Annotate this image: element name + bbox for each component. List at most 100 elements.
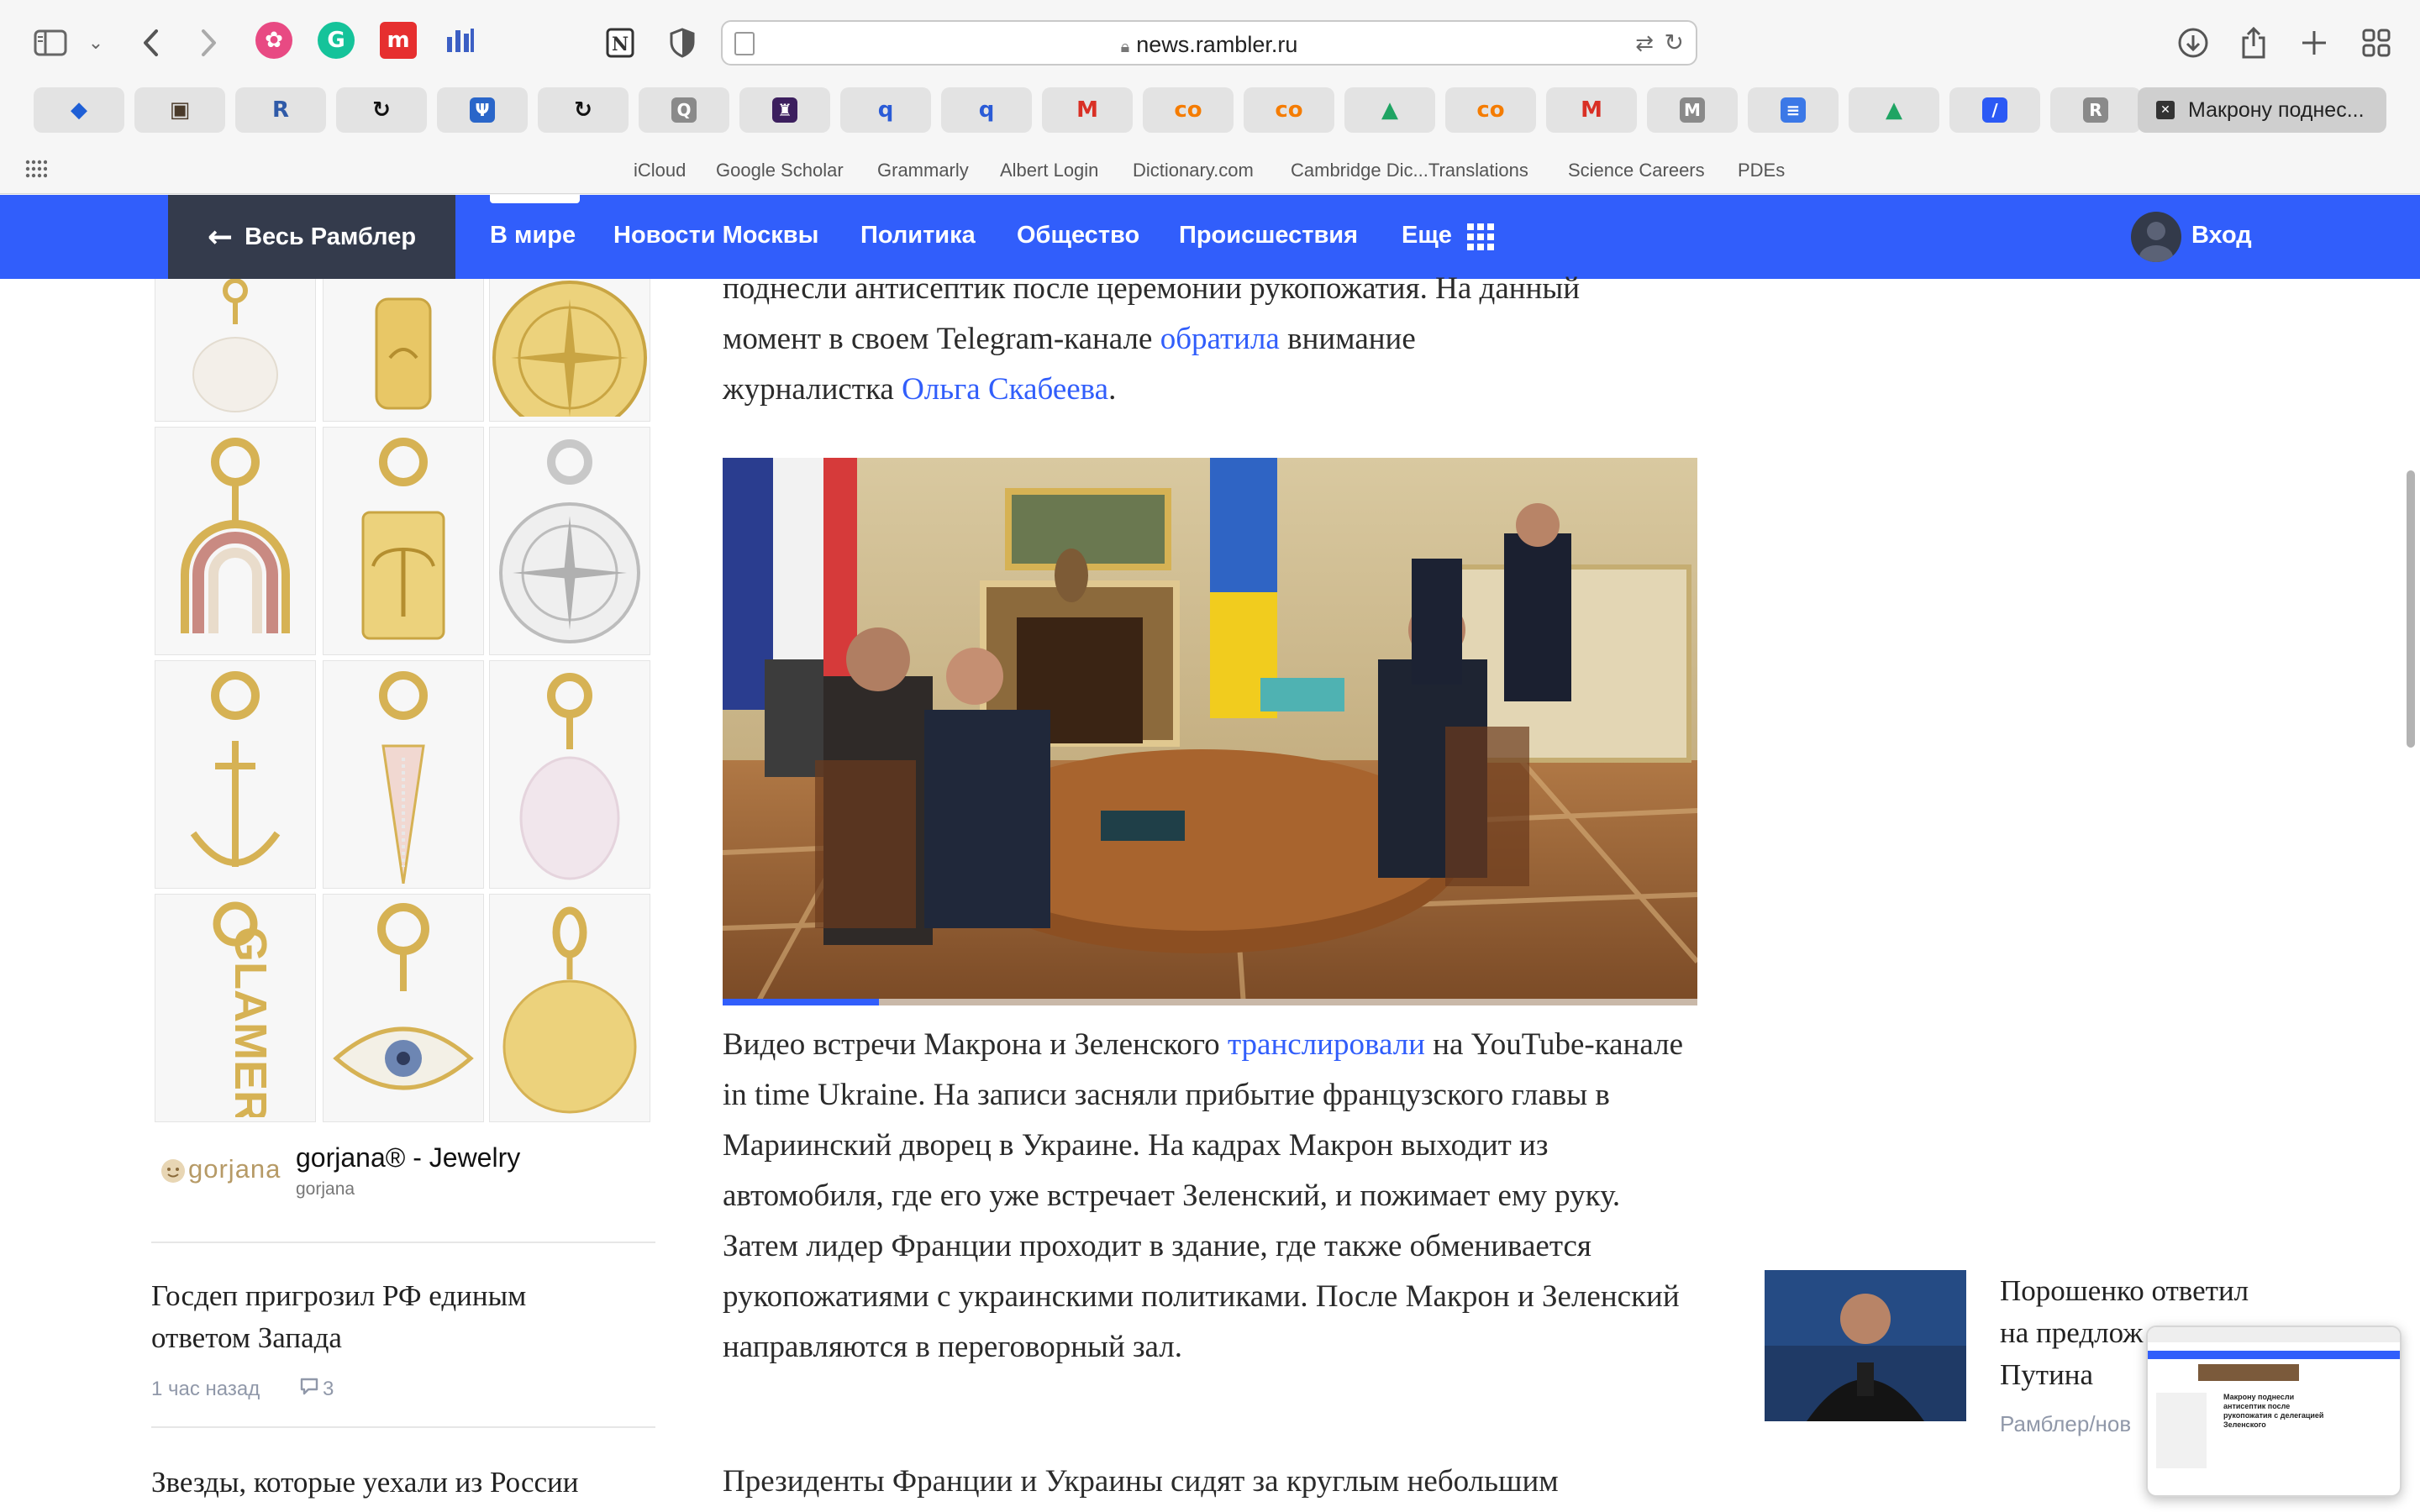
browser-tab[interactable]: ♜	[739, 87, 830, 133]
browser-tab[interactable]: R	[2050, 87, 2141, 133]
browser-tab[interactable]: M	[1647, 87, 1738, 133]
article-paragraph: поднесли антисептик после церемонии руко…	[723, 264, 1697, 415]
browser-tab[interactable]: /	[1949, 87, 2040, 133]
mendeley-icon[interactable]: m	[380, 22, 417, 59]
notion-icon[interactable]: N	[598, 22, 642, 64]
favorite-link[interactable]: Cambridge Dic...Translations	[1291, 160, 1528, 181]
comment-count[interactable]: 3	[323, 1378, 334, 1401]
video-player[interactable]	[723, 458, 1697, 1005]
article-paragraph: Президенты Франции и Украины сидят за кр…	[723, 1457, 1697, 1507]
browser-tab[interactable]: M	[1546, 87, 1637, 133]
page-scrollbar[interactable]	[2407, 470, 2415, 748]
sidebar-news-title[interactable]: Госдеп пригрозил РФ единым ответом Запад…	[151, 1275, 622, 1359]
browser-tab[interactable]: ≡	[1748, 87, 1839, 133]
browser-tab[interactable]: ◆	[34, 87, 124, 133]
back-arrow-icon[interactable]	[129, 22, 173, 64]
menu-grid-icon[interactable]	[1467, 223, 1494, 255]
nav-item-moscow-news[interactable]: Новости Москвы	[613, 222, 818, 249]
ad-product-pearl-charm[interactable]	[155, 279, 316, 422]
browser-tab-active[interactable]: ✕ Макрону поднес...	[2138, 87, 2386, 133]
nav-item-politics[interactable]: Политика	[860, 222, 976, 249]
article-link-translirovali[interactable]: транслировали	[1228, 1027, 1425, 1062]
browser-tab[interactable]: co	[1244, 87, 1334, 133]
browser-tab[interactable]: M	[1042, 87, 1133, 133]
ad-product-glamer-charm[interactable]: GLAMER	[155, 894, 316, 1122]
gmail-icon: M	[1581, 97, 1602, 123]
news-card-source: Рамблер/нов	[2000, 1411, 2132, 1436]
favorite-link[interactable]: Science Careers	[1568, 160, 1705, 181]
favorite-link[interactable]: Google Scholar	[716, 160, 844, 181]
screenshot-thumbnail-preview[interactable]: Макрону поднесли антисептик после рукопо…	[2146, 1326, 2402, 1497]
favorite-link[interactable]: iCloud	[634, 160, 686, 181]
photo-icon: ▣	[169, 97, 191, 123]
browser-tab[interactable]: co	[1143, 87, 1234, 133]
reload-icon[interactable]: ↻	[1665, 29, 1684, 56]
share-icon[interactable]	[2232, 22, 2275, 64]
sidebar-news-title[interactable]: Звезды, которые уехали из России	[151, 1462, 655, 1504]
gorjana-wordmark: gorjana	[188, 1154, 281, 1184]
news-card-photo[interactable]	[1765, 1270, 1966, 1421]
chart-extension-icon[interactable]	[442, 22, 479, 59]
ad-product-compass-gold-charm[interactable]	[489, 279, 650, 422]
browser-tab[interactable]: ↻	[538, 87, 629, 133]
news-timestamp: 1 час назад	[151, 1378, 260, 1400]
video-progress-bar[interactable]	[723, 999, 1697, 1005]
address-bar[interactable]: 🔒︎ news.rambler.ru ⇄ ↻	[721, 20, 1697, 66]
chevron-down-icon[interactable]: ⌄	[74, 22, 118, 64]
browser-tab[interactable]: co	[1445, 87, 1536, 133]
ad-product-anchor-charm[interactable]	[155, 660, 316, 889]
ad-product-evil-eye-charm[interactable]	[323, 894, 484, 1122]
browser-tab[interactable]: ▲	[1344, 87, 1435, 133]
ad-product-rainbow-charm[interactable]	[155, 427, 316, 655]
ad-product-palm-tag-charm[interactable]	[323, 427, 484, 655]
ad-product-spike-charm[interactable]	[323, 660, 484, 889]
favorite-link[interactable]: Dictionary.com	[1133, 160, 1254, 181]
article-text: Видео встречи Макрона и Зеленского	[723, 1027, 1228, 1062]
extension-flower-icon[interactable]: ✿	[255, 22, 292, 59]
favorite-link[interactable]: Albert Login	[1000, 160, 1098, 181]
avatar[interactable]	[2131, 212, 2181, 262]
new-tab-plus-icon[interactable]	[2292, 22, 2336, 64]
browser-tab[interactable]: q	[941, 87, 1032, 133]
browser-tab[interactable]: Q	[639, 87, 729, 133]
nav-item-more[interactable]: Еще	[1402, 222, 1452, 249]
translate-icon[interactable]: ⇄	[1635, 30, 1654, 56]
browser-tab[interactable]: R	[235, 87, 326, 133]
article-link-skabeeva[interactable]: Ольга Скабеева	[902, 372, 1108, 407]
news-card-title-line[interactable]: Порошенко ответил	[2000, 1270, 2249, 1312]
back-to-rambler-button[interactable]: ← Весь Рамблер	[168, 195, 455, 279]
browser-tab[interactable]: q	[840, 87, 931, 133]
thumbnail-toolbar	[2148, 1327, 2400, 1342]
login-link[interactable]: Вход	[2191, 222, 2252, 249]
forward-arrow-icon[interactable]	[187, 22, 230, 64]
ad-product-tag-charm[interactable]	[323, 279, 484, 422]
news-card-title-line[interactable]: Путина	[2000, 1354, 2093, 1396]
favorites-grid-icon[interactable]	[25, 160, 48, 178]
rambler-favicon-icon: ✕	[2156, 101, 2175, 119]
browser-tab[interactable]: ↻	[336, 87, 427, 133]
tab-overview-icon[interactable]	[2354, 22, 2398, 64]
news-card-title-line[interactable]: на предлож	[2000, 1312, 2143, 1354]
gorjana-logo-icon	[158, 1156, 188, 1186]
url-text: news.rambler.ru	[1136, 32, 1298, 57]
browser-tab[interactable]: ▣	[134, 87, 225, 133]
ad-advertiser: gorjana	[296, 1179, 355, 1199]
grammarly-icon[interactable]: G	[318, 22, 355, 59]
sidebar-toggle-icon[interactable]	[29, 22, 72, 64]
browser-tab[interactable]: ▲	[1849, 87, 1939, 133]
ad-product-compass-silver-charm[interactable]	[489, 427, 650, 655]
jewelry-ad-grid[interactable]: GLAMER	[155, 279, 652, 1136]
ad-product-coin-charm[interactable]	[489, 894, 650, 1122]
privacy-shield-icon[interactable]	[660, 22, 704, 64]
ad-product-quartz-charm[interactable]	[489, 660, 650, 889]
nav-item-incidents[interactable]: Происшествия	[1179, 222, 1358, 249]
downloads-icon[interactable]	[2171, 22, 2215, 64]
favorite-link[interactable]: PDEs	[1738, 160, 1785, 181]
browser-tab[interactable]: Ψ	[437, 87, 528, 133]
psi-icon: Ψ	[470, 97, 495, 123]
nav-item-world[interactable]: В мире	[490, 222, 576, 249]
ad-title[interactable]: gorjana® - Jewelry	[296, 1142, 520, 1173]
nav-item-society[interactable]: Общество	[1017, 222, 1139, 249]
article-link-obratila[interactable]: обратила	[1160, 322, 1280, 356]
favorite-link[interactable]: Grammarly	[877, 160, 969, 181]
